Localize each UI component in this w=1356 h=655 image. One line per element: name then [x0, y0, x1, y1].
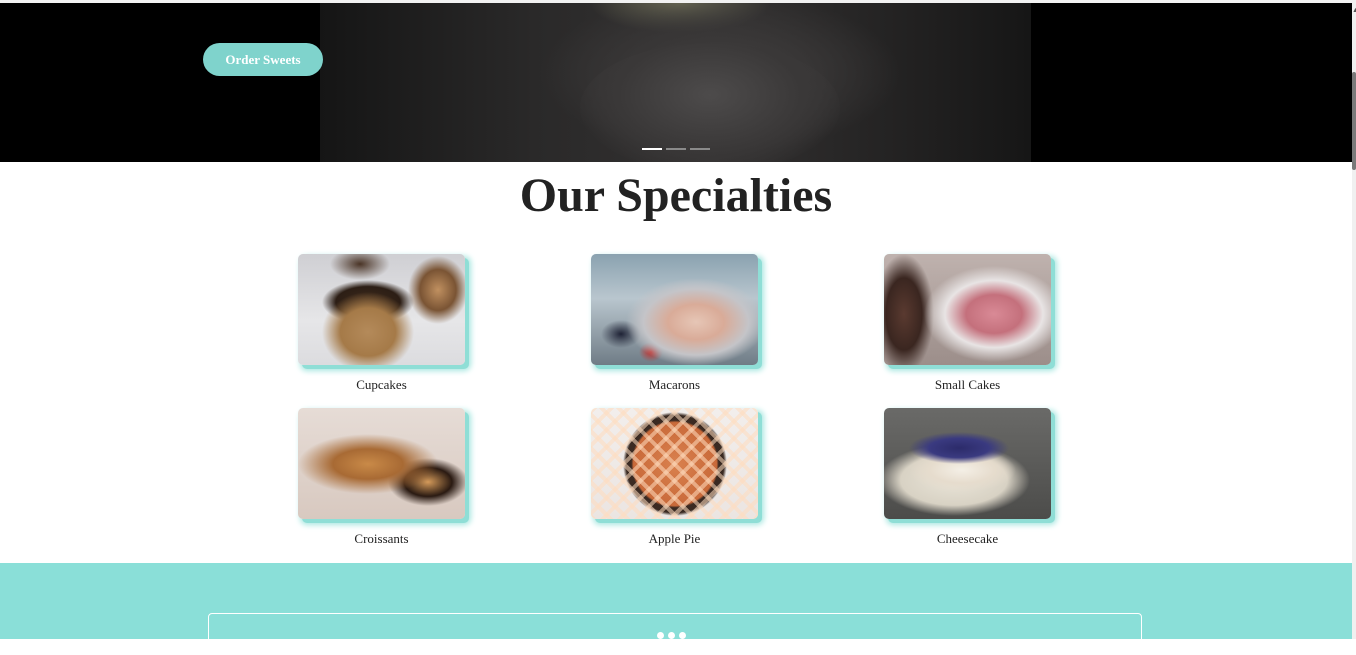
specialties-title: Our Specialties: [519, 169, 833, 222]
order-sweets-button[interactable]: Order Sweets: [203, 43, 323, 76]
teal-section-panel: [208, 613, 1142, 655]
specialty-label: Apple Pie: [648, 531, 701, 546]
specialty-card-croissants[interactable]: Croissants: [298, 408, 468, 547]
specialty-card-apple-pie[interactable]: Apple Pie: [591, 408, 761, 547]
carousel-indicator-2[interactable]: [666, 148, 686, 150]
croissants-image[interactable]: [298, 408, 465, 519]
cupcakes-image[interactable]: [298, 254, 465, 365]
carousel-indicators: [642, 148, 710, 150]
dot-icon: [657, 632, 664, 639]
hero-photo-subject: [580, 43, 840, 162]
scrollbar-thumb[interactable]: [1352, 72, 1356, 170]
specialty-card-cupcakes[interactable]: Cupcakes: [298, 254, 468, 393]
cheesecake-image[interactable]: [884, 408, 1051, 519]
scroll-up-arrow-icon[interactable]: ▲: [1352, 6, 1356, 14]
panel-dots-decoration: [657, 632, 686, 639]
specialty-label: Cheesecake: [936, 531, 999, 546]
teal-section: [0, 563, 1352, 655]
hero-carousel[interactable]: Order Sweets: [0, 3, 1352, 162]
specialty-label: Macarons: [648, 377, 701, 392]
hero-slide-image: [320, 3, 1031, 162]
small-cakes-image[interactable]: [884, 254, 1051, 365]
specialty-card-cheesecake[interactable]: Cheesecake: [884, 408, 1054, 547]
apple-pie-image[interactable]: [591, 408, 758, 519]
specialty-label: Small Cakes: [934, 377, 1001, 392]
dot-icon: [679, 632, 686, 639]
specialty-label: Croissants: [354, 531, 409, 546]
page-scrollbar[interactable]: ▲: [1352, 0, 1356, 639]
macarons-image[interactable]: [591, 254, 758, 365]
dot-icon: [668, 632, 675, 639]
specialty-label: Cupcakes: [356, 377, 407, 392]
specialty-card-small-cakes[interactable]: Small Cakes: [884, 254, 1054, 393]
carousel-indicator-1[interactable]: [642, 148, 662, 150]
specialty-card-macarons[interactable]: Macarons: [591, 254, 761, 393]
carousel-indicator-3[interactable]: [690, 148, 710, 150]
